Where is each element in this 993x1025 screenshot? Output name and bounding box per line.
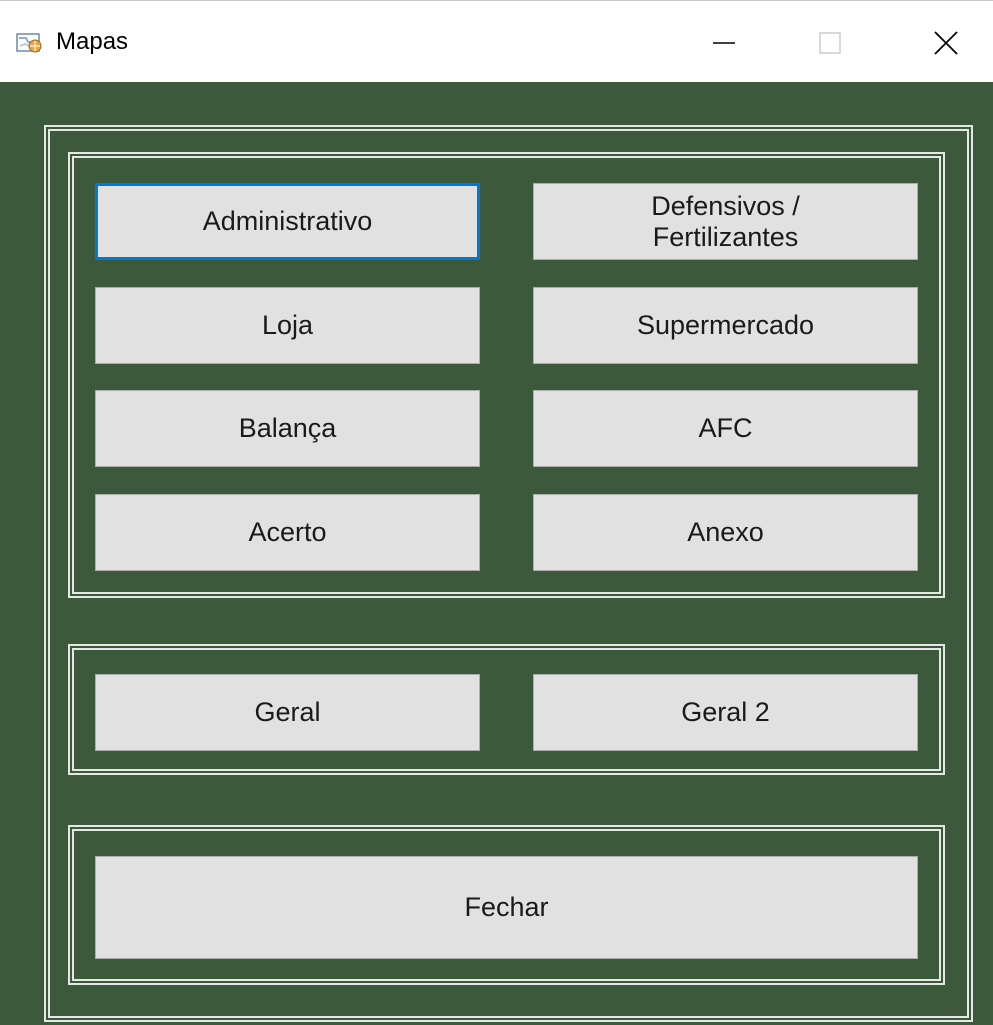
defensivos-fertilizantes-label: Defensivos / Fertilizantes bbox=[651, 191, 800, 252]
minimize-button[interactable] bbox=[694, 15, 754, 71]
defensivos-fertilizantes-button[interactable]: Defensivos / Fertilizantes bbox=[533, 183, 918, 260]
map-app-icon bbox=[16, 33, 42, 53]
fechar-label: Fechar bbox=[464, 892, 549, 923]
balanca-button[interactable]: Balança bbox=[95, 390, 480, 467]
afc-label: AFC bbox=[698, 413, 753, 444]
geral-label: Geral bbox=[254, 697, 321, 728]
minimize-icon bbox=[713, 42, 735, 44]
acerto-label: Acerto bbox=[248, 517, 327, 548]
acerto-button[interactable]: Acerto bbox=[95, 494, 480, 571]
supermercado-button[interactable]: Supermercado bbox=[533, 287, 918, 364]
title-bar[interactable]: Mapas bbox=[0, 0, 993, 82]
balanca-label: Balança bbox=[238, 413, 337, 444]
close-icon bbox=[934, 31, 958, 55]
anexo-button[interactable]: Anexo bbox=[533, 494, 918, 571]
administrativo-label: Administrativo bbox=[202, 206, 373, 237]
close-window-button[interactable] bbox=[916, 15, 976, 71]
administrativo-button[interactable]: Administrativo bbox=[95, 183, 480, 260]
geral-2-label: Geral 2 bbox=[681, 697, 770, 728]
afc-button[interactable]: AFC bbox=[533, 390, 918, 467]
geral-2-button[interactable]: Geral 2 bbox=[533, 674, 918, 751]
mapas-window: Mapas Administrativo Defensivos / Fertil… bbox=[0, 0, 993, 1025]
maximize-button[interactable] bbox=[800, 15, 860, 71]
window-title: Mapas bbox=[56, 28, 129, 55]
geral-button[interactable]: Geral bbox=[95, 674, 480, 751]
fechar-button[interactable]: Fechar bbox=[95, 856, 918, 959]
supermercado-label: Supermercado bbox=[636, 310, 815, 341]
maximize-icon bbox=[819, 32, 841, 54]
loja-label: Loja bbox=[261, 310, 314, 341]
anexo-label: Anexo bbox=[687, 517, 764, 548]
loja-button[interactable]: Loja bbox=[95, 287, 480, 364]
